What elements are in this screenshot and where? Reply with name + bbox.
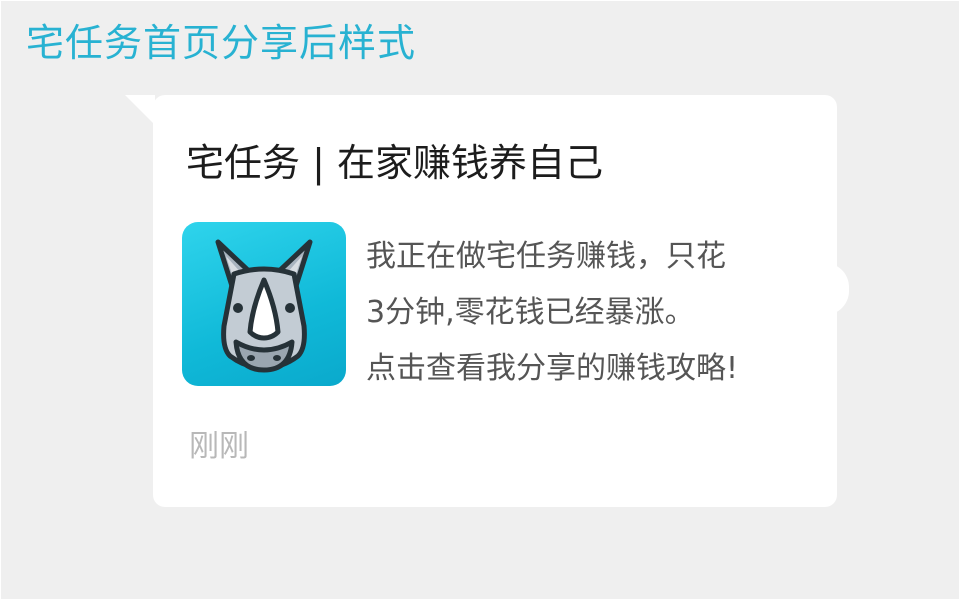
description-line: 我正在做宅任务赚钱，只花 [366,239,726,274]
card-description: 我正在做宅任务赚钱，只花 3分钟,零花钱已经暴涨。 点击查看我分享的赚钱攻略! [366,229,826,397]
message-bubble-tail [125,95,155,125]
shared-link-card[interactable]: 宅任务 | 在家赚钱养自己 我正在做宅任务赚钱，只花 3分钟,零花钱已经暴涨。 … [153,95,837,507]
timestamp: 刚刚 [189,429,249,464]
rhino-app-icon [182,222,346,386]
description-line: 点击查看我分享的赚钱攻略! [366,351,739,386]
card-title: 宅任务 | 在家赚钱养自己 [186,141,603,185]
screen: 宅任务首页分享后样式 宅任务 | 在家赚钱养自己 我正在做宅任务赚钱，只花 3分… [1,1,959,599]
page-title: 宅任务首页分享后样式 [26,21,417,65]
description-line: 3分钟,零花钱已经暴涨。 [366,295,695,330]
